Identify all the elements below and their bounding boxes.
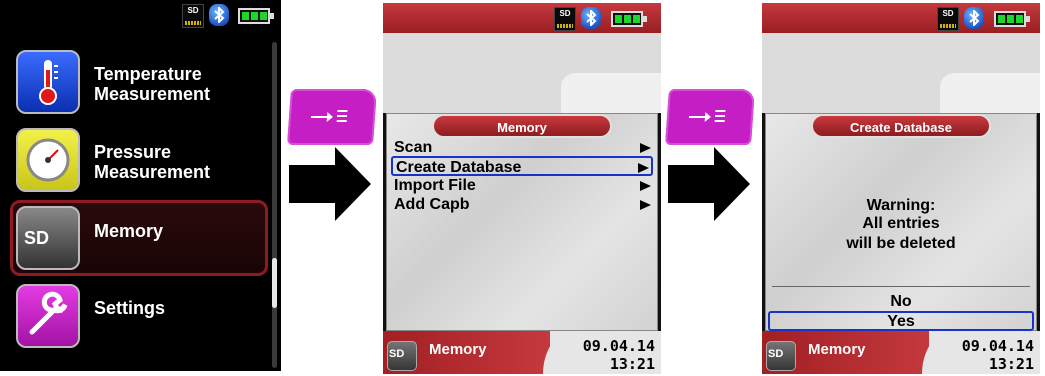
option-no-button[interactable]: No [768, 293, 1034, 313]
menu-item-label: Temperature Measurement [94, 64, 211, 104]
header-area [762, 33, 1040, 113]
enter-softkey-button[interactable] [287, 89, 377, 145]
thermometer-icon [16, 50, 80, 114]
pressure-gauge-icon [16, 128, 80, 192]
memory-menu-screen: SD Memory Scan Create Database Import Fi… [383, 3, 661, 374]
status-bar: SD [383, 3, 661, 33]
bluetooth-icon [581, 7, 601, 29]
warning-heading: Warning: [866, 197, 936, 214]
panel-title: Memory [432, 114, 612, 138]
list-item-scan[interactable]: Scan [391, 138, 653, 158]
divider [772, 286, 1030, 287]
chevron-right-icon [640, 143, 651, 153]
status-bar: SD [0, 0, 1045, 30]
list-item-create-database[interactable]: Create Database [391, 156, 653, 176]
arrow-right-icon [289, 147, 371, 221]
sd-card-icon: SD [766, 341, 796, 371]
scrollbar-track[interactable] [272, 42, 277, 368]
warning-text: will be deleted [846, 235, 956, 252]
date-time: 09.04.14 13:21 [961, 337, 1034, 373]
footer-bar: SD Memory 09.04.14 13:21 [383, 331, 661, 374]
sd-card-status-icon: SD [554, 7, 576, 31]
date-time: 09.04.14 13:21 [582, 337, 655, 373]
bluetooth-icon [209, 4, 229, 26]
sd-card-icon: SD [387, 341, 417, 371]
footer-bar: SD Memory 09.04.14 13:21 [762, 331, 1040, 374]
list-item-add-capb[interactable]: Add Capb [391, 195, 653, 215]
battery-icon [994, 11, 1030, 27]
menu-item-memory[interactable]: SD Memory [10, 200, 268, 276]
menu-item-temperature[interactable]: Temperature Measurement [10, 44, 268, 120]
battery-icon [611, 11, 647, 27]
sd-card-status-icon: SD [182, 4, 204, 28]
sd-card-status-icon: SD [937, 7, 959, 31]
memory-menu-panel: Memory Scan Create Database Import File … [386, 113, 658, 331]
list-item-import-file[interactable]: Import File [391, 176, 653, 196]
footer-title: Memory [429, 341, 487, 358]
panel-title: Create Database [811, 114, 991, 138]
menu-item-pressure[interactable]: Pressure Measurement [10, 122, 268, 198]
status-bar: SD [762, 3, 1040, 33]
scrollbar-thumb[interactable] [272, 258, 277, 308]
menu-item-label: Memory [94, 221, 164, 241]
chevron-right-icon [638, 163, 649, 173]
sd-card-icon: SD [16, 206, 80, 270]
enter-softkey-button[interactable] [665, 89, 755, 145]
bluetooth-icon [964, 7, 984, 29]
create-database-panel: Create Database Warning: All entries wil… [765, 113, 1037, 331]
create-database-screen: SD Create Database Warning: All entries … [762, 3, 1040, 374]
wrench-icon [16, 284, 80, 348]
footer-title: Memory [808, 341, 866, 358]
menu-item-label: Settings [94, 298, 166, 318]
chevron-right-icon [640, 200, 651, 210]
warning-text: All entries [862, 215, 940, 232]
chevron-right-icon [640, 181, 651, 191]
battery-icon [238, 8, 274, 24]
header-area [383, 33, 661, 113]
menu-item-settings[interactable]: Settings [10, 278, 268, 354]
arrow-right-icon [668, 147, 750, 221]
menu-item-label: Pressure Measurement [94, 142, 211, 182]
main-menu-screen: SD Temperature Measurement Pressure Measur… [0, 0, 281, 371]
option-yes-button[interactable]: Yes [768, 311, 1034, 331]
